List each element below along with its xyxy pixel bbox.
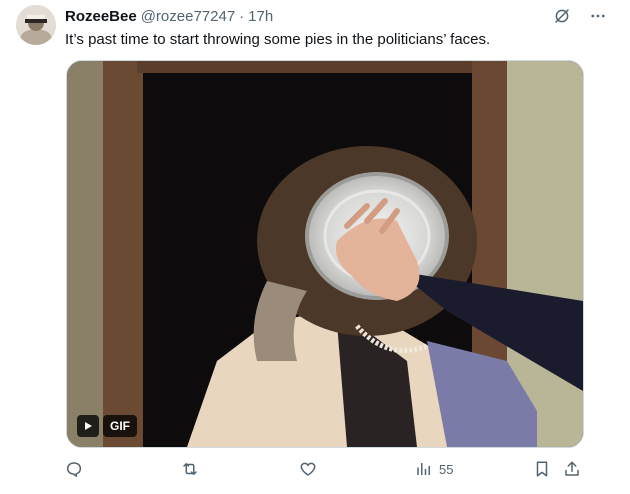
- share-icon: [565, 461, 579, 476]
- reply-button[interactable]: [65, 458, 83, 480]
- gif-media[interactable]: GIF: [66, 60, 584, 448]
- bookmark-button[interactable]: [533, 458, 551, 480]
- gif-badge: GIF: [103, 415, 137, 437]
- action-bar: 55: [65, 458, 585, 480]
- play-icon[interactable]: [77, 415, 99, 437]
- more-dots-icon[interactable]: [588, 6, 608, 26]
- tweet-header: RozeeBee @rozee77247 · 17h: [65, 6, 616, 26]
- grok-slash-icon[interactable]: [552, 6, 572, 26]
- author-name[interactable]: RozeeBee: [65, 8, 137, 25]
- views-bars-icon: [417, 463, 430, 475]
- tweet-text: It’s past time to start throwing some pi…: [65, 31, 491, 48]
- gif-frame-image: [67, 61, 583, 447]
- bookmark-icon: [536, 461, 548, 477]
- tweet[interactable]: RozeeBee @rozee77247 · 17h It’s past tim…: [0, 0, 630, 494]
- reply-bubble-icon: [66, 462, 82, 477]
- avatar[interactable]: [16, 5, 56, 45]
- views-count: 55: [439, 461, 454, 477]
- views-button[interactable]: 55: [415, 458, 453, 480]
- retweet-button[interactable]: [180, 458, 200, 480]
- share-button[interactable]: [563, 458, 581, 480]
- heart-icon: [300, 462, 316, 476]
- header-actions: [552, 6, 608, 26]
- tweet-timestamp[interactable]: 17h: [248, 8, 273, 25]
- gif-controls: GIF: [77, 415, 137, 437]
- author-handle[interactable]: @rozee77247: [141, 8, 235, 25]
- separator-dot: ·: [239, 7, 245, 25]
- avatar-image: [16, 5, 56, 45]
- like-button[interactable]: [299, 458, 317, 480]
- retweet-icon: [183, 463, 197, 475]
